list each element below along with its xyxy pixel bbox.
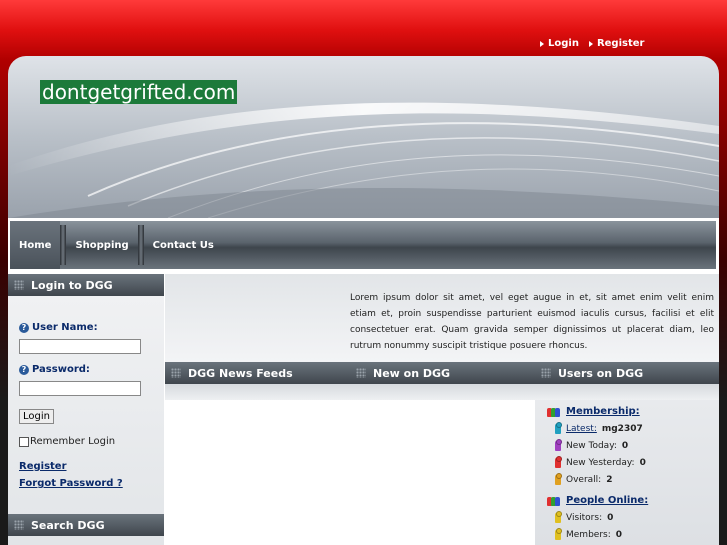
register-link-label: Register <box>596 38 645 49</box>
arrow-right-icon <box>540 40 544 47</box>
visitors-value: 0 <box>607 512 614 523</box>
members-label: Members: <box>566 529 611 540</box>
latest-value: mg2307 <box>601 423 643 434</box>
membership-title: Membership: <box>566 406 640 417</box>
login-link[interactable]: Login <box>540 38 579 49</box>
username-label: ? User Name: <box>19 322 164 333</box>
users-panel: Membership: Latest: mg2307 New Today: 0 … <box>535 400 719 545</box>
register-link[interactable]: Register <box>588 38 645 49</box>
grip-icon <box>541 368 551 378</box>
nav-item-shopping[interactable]: Shopping <box>66 221 137 269</box>
new-on-dgg-header: New on DGG <box>350 362 535 384</box>
people-online-heading[interactable]: People Online: <box>547 495 719 506</box>
password-label: ? Password: <box>19 364 164 375</box>
new-yesterday-value: 0 <box>639 457 646 468</box>
search-module-header: Search DGG <box>8 514 164 536</box>
nav-wrapper: Home Shopping Contact Us <box>8 218 719 274</box>
news-feeds-title: DGG News Feeds <box>188 366 293 380</box>
new-yesterday-label: New Yesterday: <box>566 457 635 468</box>
login-form: ? User Name: ? Password: Login Remember Lo… <box>8 296 164 489</box>
column-header-shadow <box>165 384 719 400</box>
remember-login: Remember Login <box>19 436 164 447</box>
people-online-title: People Online: <box>566 495 649 506</box>
person-icon <box>555 528 562 540</box>
password-label-text: Password: <box>32 364 90 375</box>
login-module-header: Login to DGG <box>8 274 164 296</box>
new-yesterday-row: New Yesterday: 0 <box>555 456 719 468</box>
overall-value: 2 <box>606 474 613 485</box>
login-module-title: Login to DGG <box>31 278 113 292</box>
login-link-label: Login <box>548 38 579 49</box>
nav-item-contact-us[interactable]: Contact Us <box>144 221 223 269</box>
grip-icon <box>356 368 366 378</box>
membership-heading[interactable]: Membership: <box>547 406 719 417</box>
top-links: Login Register <box>540 38 644 49</box>
overall-label: Overall: <box>566 474 602 485</box>
account-links: Register Forgot Password ? <box>19 461 164 489</box>
person-icon <box>555 511 562 523</box>
grip-icon <box>14 520 24 530</box>
members-row: Members: 0 <box>555 528 719 540</box>
left-sidebar: Login to DGG ? User Name: ? Password: Logi… <box>8 274 164 545</box>
new-on-dgg-panel <box>350 400 535 545</box>
members-value: 0 <box>615 529 623 540</box>
person-icon <box>555 439 562 451</box>
password-input[interactable] <box>19 381 141 396</box>
news-feeds-header: DGG News Feeds <box>165 362 350 384</box>
help-icon: ? <box>19 322 29 333</box>
person-icon <box>555 456 562 468</box>
new-on-dgg-title: New on DGG <box>373 366 451 380</box>
main-column: Lorem ipsum dolor sit amet, vel eget aug… <box>165 274 719 545</box>
latest-member-row: Latest: mg2307 <box>555 422 719 434</box>
forgot-password-link[interactable]: Forgot Password ? <box>19 478 164 489</box>
new-today-label: New Today: <box>566 440 617 451</box>
visitors-label: Visitors: <box>566 512 603 523</box>
users-on-dgg-title: Users on DGG <box>558 366 644 380</box>
help-icon: ? <box>19 364 29 375</box>
username-label-text: User Name: <box>32 322 98 333</box>
intro-panel: Lorem ipsum dolor sit amet, vel eget aug… <box>165 274 719 362</box>
site-logo[interactable]: dontgetgrifted.com <box>40 80 238 104</box>
person-icon <box>555 473 562 485</box>
register-account-link[interactable]: Register <box>19 461 164 472</box>
users-on-dgg-header: Users on DGG <box>535 362 719 384</box>
search-module-title: Search DGG <box>31 518 105 532</box>
new-today-value: 0 <box>621 440 629 451</box>
nav-item-home[interactable]: Home <box>10 221 61 269</box>
latest-label[interactable]: Latest: <box>566 424 597 434</box>
login-button[interactable]: Login <box>19 409 54 424</box>
new-today-row: New Today: 0 <box>555 439 719 451</box>
content-area: Login to DGG ? User Name: ? Password: Logi… <box>8 274 719 545</box>
column-headers: DGG News Feeds New on DGG Users on DGG <box>165 362 719 384</box>
remember-checkbox[interactable] <box>19 436 29 447</box>
person-icon <box>555 422 562 434</box>
visitors-row: Visitors: 0 <box>555 511 719 523</box>
group-icon <box>547 406 561 417</box>
remember-label: Remember Login <box>30 436 116 447</box>
grip-icon <box>14 280 24 290</box>
arrow-right-icon <box>588 40 593 47</box>
header-banner: dontgetgrifted.com <box>8 56 719 218</box>
main-nav: Home Shopping Contact Us <box>10 221 716 269</box>
username-input[interactable] <box>19 339 141 354</box>
group-icon <box>547 495 561 506</box>
grip-icon <box>171 368 181 378</box>
intro-text: Lorem ipsum dolor sit amet, vel eget aug… <box>350 293 714 351</box>
overall-row: Overall: 2 <box>555 473 719 485</box>
